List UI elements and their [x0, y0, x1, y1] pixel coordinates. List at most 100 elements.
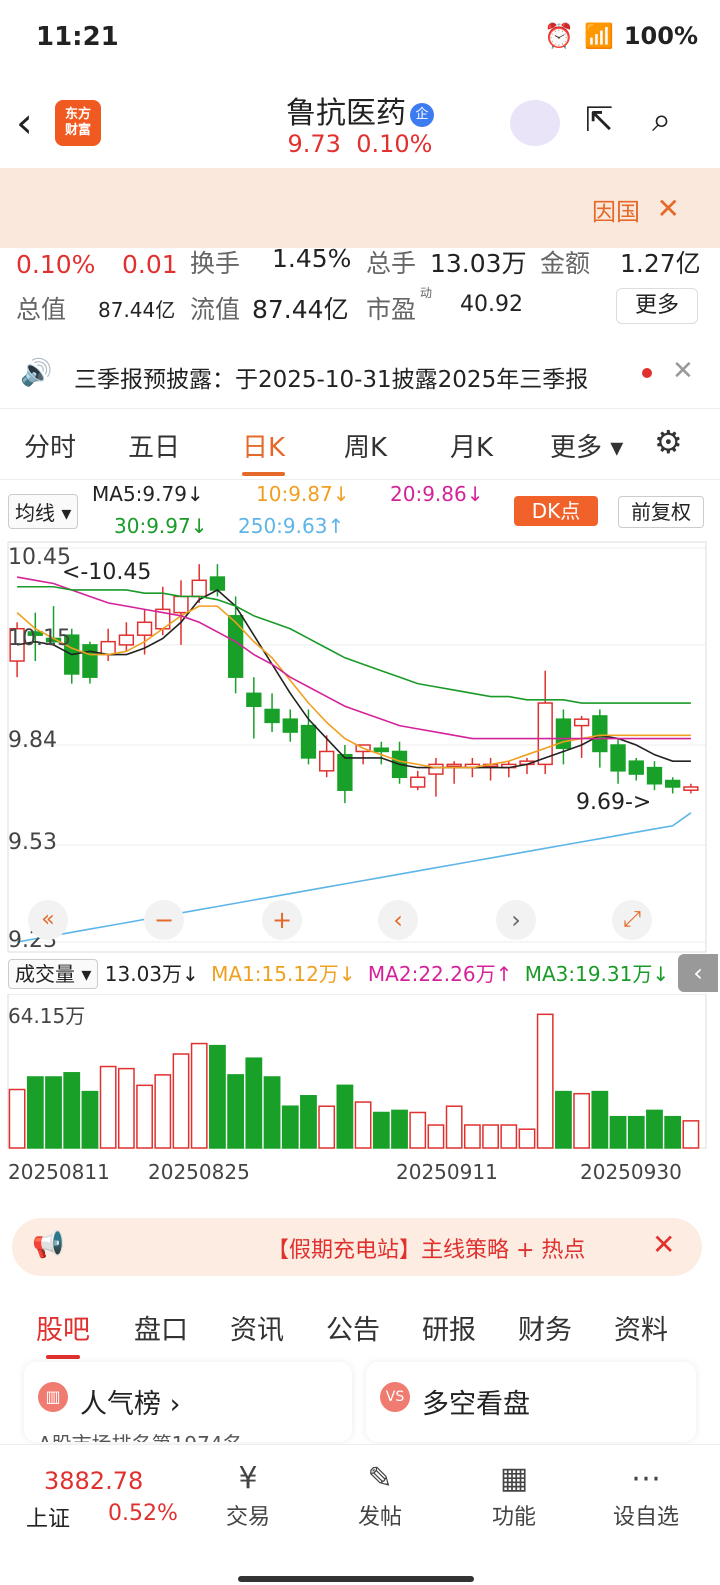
candle-body [610, 744, 626, 772]
enterprise-badge: 企 [410, 102, 434, 127]
volume-bar [227, 1074, 245, 1149]
volume-bar [555, 1090, 572, 1149]
chart-icon: ▥ [38, 1382, 68, 1412]
volume-bar [8, 1088, 26, 1149]
tab-research[interactable]: 研报 [422, 1308, 476, 1347]
nav-watchlist[interactable]: ⋯ 设自选 [596, 1459, 696, 1531]
share-icon[interactable]: ⇱ [585, 100, 614, 140]
pe-label: 市盈 [366, 295, 417, 324]
close-icon[interactable]: ✕ [672, 356, 694, 386]
candlestick-chart[interactable] [0, 540, 720, 960]
candle-body [173, 595, 189, 614]
close-icon[interactable]: ✕ [657, 192, 680, 225]
alarm-icon: ⏰ [544, 22, 574, 50]
tab-guba[interactable]: 股吧 [36, 1308, 90, 1359]
ma5-label: MA5:9.79↓ [92, 482, 204, 506]
next-icon[interactable]: › [496, 900, 536, 940]
ma5-line [16, 589, 691, 769]
volume-bar [81, 1090, 99, 1149]
info-tabs: 股吧 盘口 资讯 公告 研报 财务 资料 [0, 1288, 720, 1359]
volume-bar [609, 1115, 627, 1149]
money-label: 金额 [540, 249, 591, 278]
volume-bar [300, 1095, 317, 1149]
ma250-label: 250:9.63↑ [238, 514, 345, 538]
volume-bar [500, 1124, 518, 1149]
more-button[interactable]: 更多 [616, 288, 698, 324]
more-icon: ⋯ [631, 1461, 661, 1496]
volume-bar [281, 1105, 299, 1149]
rewind-icon[interactable]: « [28, 900, 68, 940]
zoom-in-icon[interactable]: + [262, 900, 302, 940]
candle-body [428, 763, 444, 775]
index-name[interactable]: 上证 [26, 1501, 70, 1533]
tab-monthly-k[interactable]: 月K [450, 427, 493, 464]
axis-label-3: 9.53 [8, 830, 57, 855]
fullscreen-icon[interactable]: ⤢ [612, 900, 652, 940]
long-short-card[interactable]: VS 多空看盘 [366, 1362, 696, 1442]
candle-body [646, 766, 663, 785]
wifi-icon: 📶 [583, 22, 614, 50]
volume-value: 13.03万 [430, 249, 527, 278]
volume-bar [318, 1105, 336, 1149]
nav-post[interactable]: ✎ 发帖 [330, 1459, 430, 1531]
vol-ma1: MA1:15.12万↓ [211, 962, 356, 986]
candle-body [118, 634, 135, 646]
stock-change: 0.10% [356, 130, 433, 158]
prev-icon[interactable]: ‹ [378, 900, 418, 940]
collapse-icon[interactable]: ‹ [678, 954, 718, 992]
hot-rank-card[interactable]: ▥ 人气榜 › A股市场排名第1974名 [24, 1362, 352, 1442]
zoom-out-icon[interactable]: − [144, 900, 184, 940]
tab-five-day[interactable]: 五日 [128, 427, 180, 464]
search-icon[interactable]: ⌕ [652, 100, 671, 140]
hot-rank-title: 人气榜 › [80, 1389, 181, 1420]
volume-chart[interactable] [0, 994, 720, 1154]
bottom-nav: 3882.78 上证 0.52% ¥ 交易 ✎ 发帖 ▦ 功能 ⋯ 设自选 [0, 1444, 720, 1585]
volume-select[interactable]: 成交量 ▾ [8, 959, 99, 989]
settings-icon[interactable]: ⚙ [654, 423, 683, 461]
promo-text: 【假期充电站】主线策略 + 热点 [267, 1238, 586, 1263]
nav-function[interactable]: ▦ 功能 [464, 1459, 564, 1531]
top-banner[interactable]: 因国 ✕ [0, 168, 720, 248]
volume-bar [63, 1072, 81, 1149]
dk-point-button[interactable]: DK点 [514, 496, 598, 526]
tab-daily-k[interactable]: 日K [242, 427, 286, 476]
quote-row-2: 总值 87.44亿 流值 87.44亿 市盈 动 40.92 [0, 284, 720, 330]
candle-body [446, 763, 462, 768]
unread-dot [642, 368, 652, 378]
ma20-label: 20:9.86↓ [390, 482, 484, 506]
tab-pankou[interactable]: 盘口 [134, 1308, 188, 1347]
long-short-title: 多空看盘 [422, 1389, 530, 1420]
tab-profile[interactable]: 资料 [614, 1308, 668, 1347]
candle-body [227, 615, 244, 678]
volume-bar [172, 1053, 190, 1149]
close-icon[interactable]: ✕ [652, 1228, 675, 1261]
index-value[interactable]: 3882.78 [44, 1467, 143, 1495]
adjust-button[interactable]: 前复权 [618, 496, 704, 528]
banner-text: 因国 [592, 198, 640, 226]
period-tabs: 分时 五日 日K 周K 月K 更多 ▾ ⚙ [0, 408, 720, 480]
tab-weekly-k[interactable]: 周K [344, 427, 387, 464]
notice-text: 三季报预披露：于2025-10-31披露2025年三季报 [74, 367, 589, 393]
megaphone-icon: 📢 [32, 1230, 65, 1260]
candle-body [246, 692, 262, 707]
index-change[interactable]: 0.52% [108, 1501, 178, 1526]
ma-select[interactable]: 均线 ▾ [8, 494, 79, 529]
candle-body [209, 576, 226, 591]
amt-change: 0.01 [122, 250, 178, 279]
nav-trade[interactable]: ¥ 交易 [198, 1459, 298, 1531]
tab-intraday[interactable]: 分时 [24, 427, 76, 464]
notice-bar[interactable]: 🔊 三季报预披露：于2025-10-31披露2025年三季报 ✕ [0, 340, 720, 406]
volume-bar [136, 1084, 153, 1149]
tab-finance[interactable]: 财务 [518, 1308, 572, 1347]
promo-banner[interactable]: 📢 【假期充电站】主线策略 + 热点 ✕ [12, 1218, 702, 1276]
battery-label: 100% [623, 22, 698, 50]
volume-bar [482, 1124, 499, 1149]
volume-bar [117, 1067, 135, 1149]
tab-news[interactable]: 资讯 [230, 1308, 284, 1347]
candle-body [337, 753, 353, 791]
tab-announce[interactable]: 公告 [326, 1308, 380, 1347]
tab-more[interactable]: 更多 ▾ [550, 427, 623, 464]
pe-sup: 动 [420, 286, 433, 300]
assistant-avatar[interactable] [510, 100, 560, 146]
volume-bar [263, 1076, 281, 1149]
